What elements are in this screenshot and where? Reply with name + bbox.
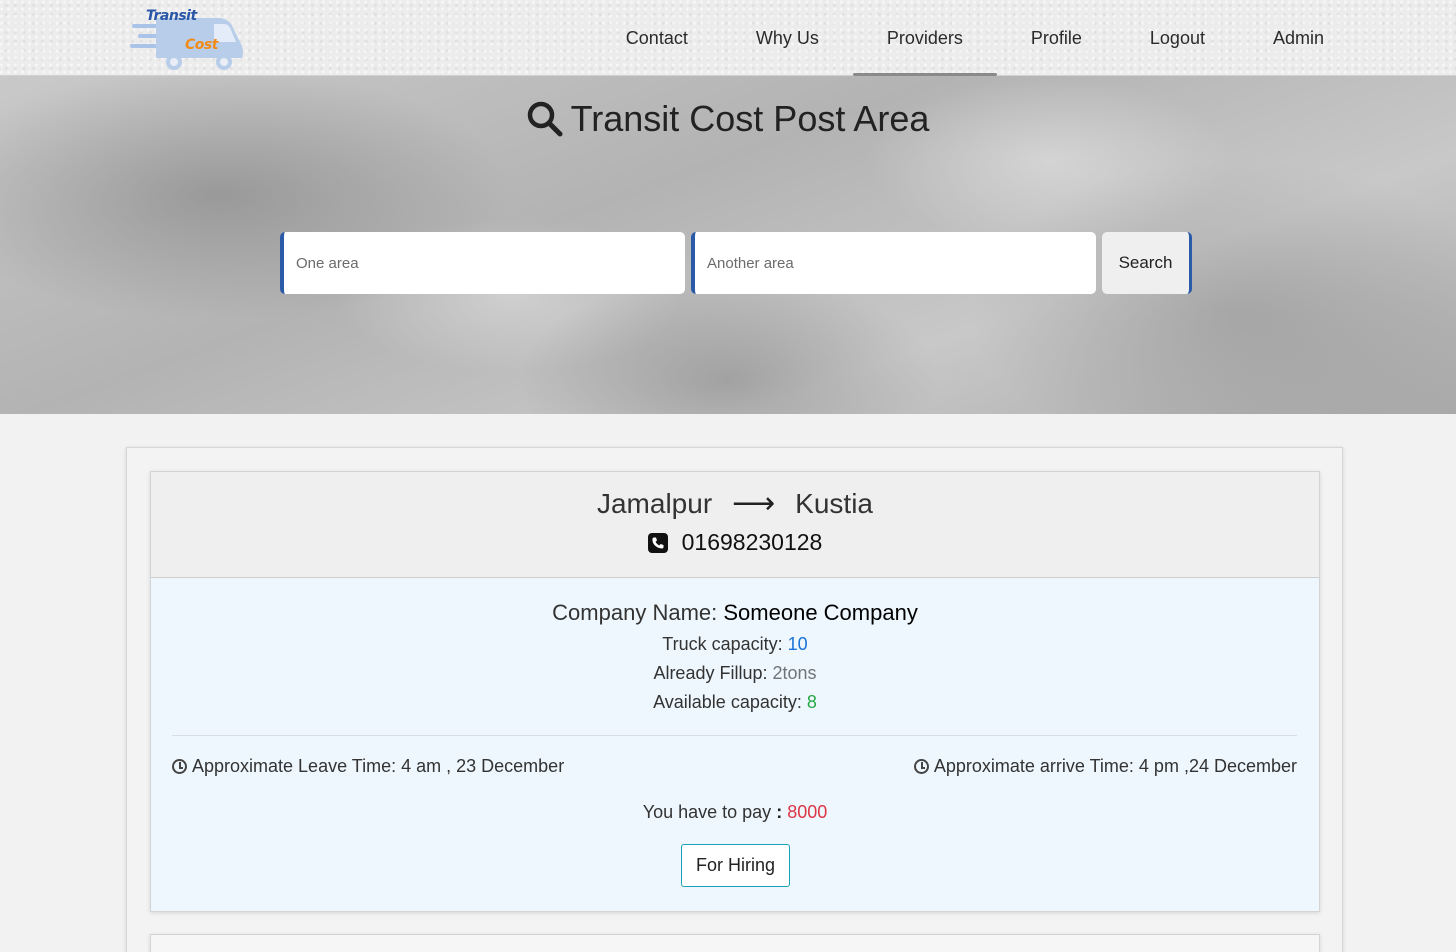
arrow-right-icon: ⟶ (732, 487, 776, 520)
divider (172, 735, 1297, 736)
transit-post-card-next (150, 934, 1320, 952)
nav-item-admin[interactable]: Admin (1239, 0, 1358, 76)
phone-number[interactable]: 01698230128 (682, 529, 823, 556)
route-to: Kustia (795, 487, 873, 519)
schedule-row: Approximate Leave Time: 4 am , 23 Decemb… (172, 756, 1297, 777)
truck-capacity-label: Truck capacity: (662, 634, 783, 654)
route: Jamalpur ⟶ Kustia (151, 472, 1319, 521)
hero-search-section: Transit Cost Post Area Search (0, 76, 1456, 414)
brand-logo[interactable]: Transit Cost (130, 6, 246, 72)
available-capacity-label: Available capacity: (653, 692, 802, 712)
available-capacity-line: Available capacity: 8 (151, 692, 1319, 713)
available-capacity-value: 8 (806, 692, 817, 712)
leave-time-label: Approximate Leave Time: (192, 756, 397, 776)
nav-item-logout[interactable]: Logout (1116, 0, 1239, 76)
page-title-text: Transit Cost Post Area (570, 98, 930, 139)
logo-text-transit: Transit (146, 8, 197, 24)
clock-icon (172, 759, 187, 774)
to-area-input[interactable] (691, 232, 1096, 294)
results-panel: Jamalpur ⟶ Kustia 01698230128 Company Na… (126, 447, 1343, 952)
fillup-value: 2tons (772, 663, 817, 683)
nav-item-profile[interactable]: Profile (997, 0, 1116, 76)
nav-item-providers[interactable]: Providers (852, 0, 997, 76)
payment-line: You have to pay : 8000 (151, 802, 1319, 823)
truck-capacity-value: 10 (787, 634, 808, 654)
route-search-form: Search (280, 232, 1192, 294)
fillup-line: Already Fillup: 2tons (151, 663, 1319, 684)
pay-amount: 8000 (787, 802, 828, 822)
leave-time: Approximate Leave Time: 4 am , 23 Decemb… (172, 756, 564, 777)
main-nav: Contact Why Us Providers Profile Logout … (592, 0, 1358, 76)
company-label: Company Name: (552, 600, 718, 625)
card-header: Jamalpur ⟶ Kustia 01698230128 (151, 472, 1319, 578)
clock-icon (913, 759, 929, 774)
fillup-label: Already Fillup: (653, 663, 768, 683)
for-hiring-button[interactable]: For Hiring (681, 844, 791, 887)
leave-time-value: 4 am , 23 December (401, 756, 565, 776)
truck-capacity-line: Truck capacity: 10 (151, 634, 1319, 655)
page-title: Transit Cost Post Area (0, 98, 1456, 140)
nav-item-contact[interactable]: Contact (592, 0, 722, 76)
phone-icon (647, 532, 668, 553)
company-line: Company Name: Someone Company (151, 578, 1319, 626)
route-from: Jamalpur (596, 487, 713, 519)
company-name: Someone Company (723, 600, 918, 625)
search-button[interactable]: Search (1102, 232, 1192, 294)
pay-colon: : (776, 802, 783, 822)
arrive-time-label: Approximate arrive Time: (933, 756, 1134, 776)
pay-label: You have to pay (642, 802, 772, 822)
contact-phone: 01698230128 (151, 529, 1319, 556)
nav-item-why-us[interactable]: Why Us (722, 0, 853, 76)
arrive-time-value: 4 pm ,24 December (1138, 756, 1297, 776)
navbar: Transit Cost Contact Why Us Providers Pr… (0, 0, 1456, 76)
transit-post-card: Jamalpur ⟶ Kustia 01698230128 Company Na… (150, 471, 1320, 912)
search-icon (527, 101, 563, 137)
from-area-input[interactable] (280, 232, 685, 294)
logo-text-cost: Cost (185, 37, 218, 53)
card-body: Company Name: Someone Company Truck capa… (151, 578, 1319, 912)
arrive-time: Approximate arrive Time: 4 pm ,24 Decemb… (913, 756, 1297, 777)
